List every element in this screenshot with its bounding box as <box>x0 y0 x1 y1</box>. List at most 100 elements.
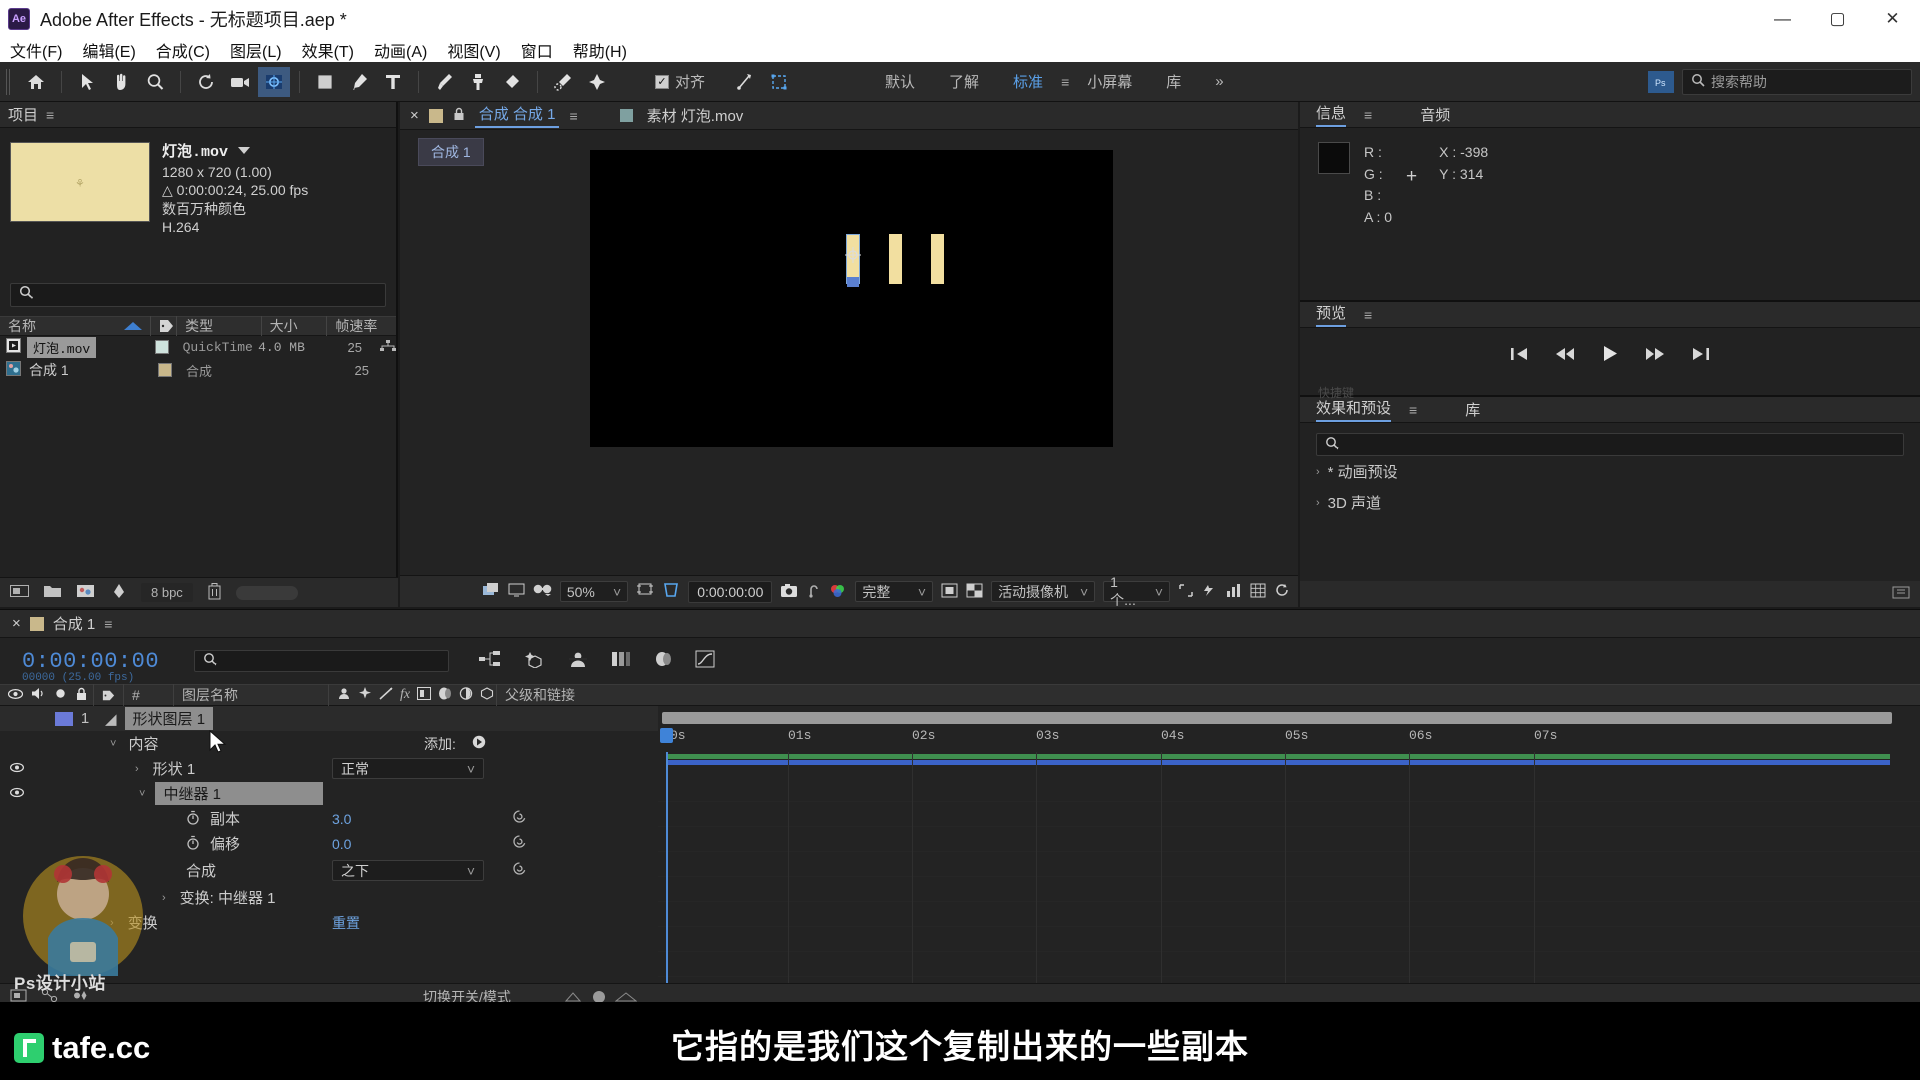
expression-icon[interactable] <box>512 834 527 854</box>
menu-item-view[interactable]: 视图(V) <box>445 38 502 62</box>
roto-brush-tool-icon[interactable] <box>547 67 579 97</box>
info-panel-menu-icon[interactable]: ≡ <box>1364 107 1372 123</box>
timeline-graph-icon[interactable] <box>1226 583 1242 601</box>
snapshot-icon[interactable] <box>780 583 798 601</box>
unified-camera-tool-icon[interactable] <box>258 66 290 97</box>
menu-item-layer[interactable]: 图层(L) <box>228 38 284 62</box>
shape-tool-icon[interactable] <box>309 67 341 97</box>
solo-toggle-icon[interactable] <box>54 687 67 703</box>
audio-toggle-icon[interactable] <box>31 687 46 703</box>
last-frame-icon[interactable] <box>1691 346 1711 367</box>
timeline-tab-label[interactable]: 合成 1 <box>53 613 96 634</box>
index-column-header[interactable]: # <box>124 684 174 706</box>
timeline-search-input[interactable] <box>194 650 450 672</box>
column-size[interactable]: 大小 <box>262 315 328 336</box>
viewer-timecode[interactable]: 0:00:00:00 <box>688 580 773 603</box>
viewer-tab-menu-icon[interactable]: ≡ <box>569 108 577 124</box>
effects-item-3d-channel[interactable]: › 3D 声道 <box>1300 487 1920 518</box>
transparency-grid-icon[interactable] <box>941 583 958 601</box>
region-of-interest-icon[interactable] <box>662 582 680 601</box>
label-swatch[interactable] <box>158 363 172 378</box>
align-tool-icon[interactable] <box>729 67 761 97</box>
grid-guides-icon[interactable] <box>1250 583 1266 601</box>
composition-mini-flowchart-icon[interactable] <box>479 650 501 672</box>
new-composition-icon[interactable] <box>76 583 95 602</box>
previous-frame-icon[interactable] <box>1555 346 1575 367</box>
add-group-label[interactable]: 添加: <box>424 734 456 754</box>
lock-icon[interactable] <box>453 107 465 125</box>
home-icon[interactable] <box>20 67 52 97</box>
twirl-right-icon[interactable]: › <box>162 892 166 904</box>
new-folder-icon[interactable] <box>1892 585 1910 604</box>
snap-toggle[interactable]: ✓ 对齐 <box>655 71 705 92</box>
tab-info[interactable]: 信息 <box>1316 102 1347 127</box>
snap-checkbox[interactable]: ✓ <box>655 74 669 89</box>
clone-stamp-tool-icon[interactable] <box>462 67 494 97</box>
add-group-icon[interactable] <box>472 735 486 753</box>
stopwatch-icon[interactable] <box>186 810 200 828</box>
puppet-tool-icon[interactable] <box>581 67 613 97</box>
3d-glasses-icon[interactable] <box>533 583 552 600</box>
camera-tool-icon[interactable] <box>224 67 256 97</box>
refresh-icon[interactable] <box>1274 583 1290 601</box>
adjustment-layer-icon[interactable] <box>459 687 473 703</box>
current-time-display[interactable]: 0:00:00:00 <box>22 649 159 674</box>
viewer-tab-footage[interactable]: 素材 灯泡.mov <box>643 105 748 126</box>
layer-handle[interactable] <box>847 277 859 287</box>
show-snapshot-icon[interactable] <box>806 583 821 601</box>
checkerboard-icon[interactable] <box>966 583 983 601</box>
close-button[interactable]: ✕ <box>1865 0 1920 38</box>
tab-libraries[interactable]: 库 <box>1465 399 1480 420</box>
asset-thumbnail[interactable]: ⚘ <box>10 142 150 222</box>
hand-tool-icon[interactable] <box>105 67 137 97</box>
table-row[interactable]: 灯泡.mov QuickTime 4.0 MB 25 <box>0 336 397 359</box>
tab-effects-and-presets[interactable]: 效果和预设 <box>1316 397 1392 422</box>
new-folder-icon[interactable] <box>43 583 62 602</box>
project-settings-icon[interactable] <box>10 583 29 602</box>
workspace-menu-icon[interactable]: ≡ <box>1061 74 1069 90</box>
brush-tool-icon[interactable] <box>428 67 460 97</box>
reset-button[interactable]: 重置 <box>332 913 360 933</box>
lock-toggle-icon[interactable] <box>75 687 88 704</box>
chevron-right-icon[interactable]: › <box>1316 466 1320 478</box>
channel-rgb-icon[interactable] <box>829 583 847 601</box>
effects-icon[interactable]: fx <box>400 687 410 703</box>
work-area-bar[interactable] <box>662 712 1892 724</box>
timeline-panel-menu-icon[interactable]: ≡ <box>104 616 112 632</box>
shape-copy-3[interactable] <box>931 234 944 284</box>
draft-3d-icon[interactable] <box>523 650 545 672</box>
display-icon[interactable] <box>508 583 525 601</box>
timeline-row-repeater[interactable]: ˅ 中继器 1 <box>0 781 658 806</box>
graph-editor-icon[interactable] <box>695 650 715 672</box>
menu-item-animation[interactable]: 动画(A) <box>372 38 429 62</box>
3d-layer-icon[interactable] <box>480 687 494 703</box>
expression-icon[interactable] <box>512 809 527 829</box>
transform-box-icon[interactable] <box>763 67 795 97</box>
layer-label-swatch[interactable] <box>55 711 73 726</box>
motion-blur-icon[interactable] <box>438 687 452 703</box>
expression-icon[interactable] <box>512 861 527 881</box>
column-type[interactable]: 类型 <box>177 315 262 336</box>
enable-motion-blur-icon[interactable] <box>653 650 673 672</box>
color-depth-icon[interactable] <box>109 583 127 602</box>
eraser-tool-icon[interactable] <box>496 67 528 97</box>
views-count-select[interactable]: 1 个... ˅ <box>1103 574 1170 608</box>
anchor-point-icon[interactable] <box>844 246 862 268</box>
shy-icon[interactable] <box>337 687 351 703</box>
project-panel-menu-icon[interactable]: ≡ <box>46 107 54 123</box>
menu-item-composition[interactable]: 合成(C) <box>154 38 212 62</box>
property-value[interactable]: 3.0 <box>332 811 351 827</box>
effects-panel-menu-icon[interactable]: ≡ <box>1409 402 1417 418</box>
twirl-right-icon[interactable]: › <box>135 763 139 775</box>
label-column-header[interactable] <box>94 684 124 706</box>
pen-tool-icon[interactable] <box>343 67 375 97</box>
property-value[interactable]: 0.0 <box>332 836 351 852</box>
first-frame-icon[interactable] <box>1509 346 1529 367</box>
menu-item-effect[interactable]: 效果(T) <box>300 38 356 62</box>
viewer-tab-composition[interactable]: 合成 合成 1 <box>474 103 560 128</box>
composition-canvas[interactable] <box>590 150 1113 447</box>
current-time-indicator-head[interactable] <box>660 728 673 743</box>
effects-search-input[interactable] <box>1316 433 1904 456</box>
effects-item-animation-presets[interactable]: › * 动画预设 <box>1300 456 1920 487</box>
blend-mode-select[interactable]: 正常 ˅ <box>332 758 484 779</box>
